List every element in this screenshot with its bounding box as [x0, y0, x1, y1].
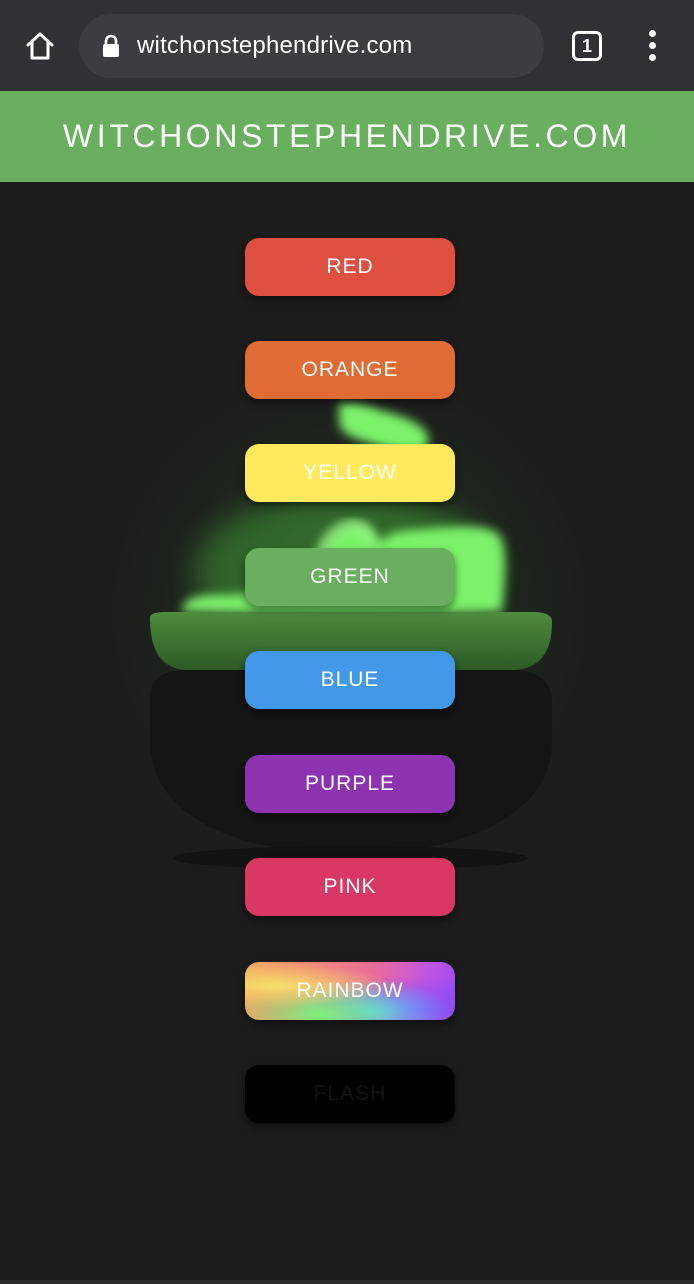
lock-icon	[103, 34, 119, 57]
tab-switcher-icon[interactable]: 1	[572, 31, 602, 61]
blue-button[interactable]: BLUE	[245, 651, 455, 709]
home-icon[interactable]	[20, 28, 60, 64]
green-button[interactable]: GREEN	[245, 548, 455, 606]
more-vert-icon[interactable]	[641, 30, 665, 64]
site-header: WITCHONSTEPHENDRIVE.COM	[0, 91, 694, 182]
browser-toolbar: witchonstephendrive.com 1	[0, 0, 694, 91]
address-bar[interactable]: witchonstephendrive.com	[79, 14, 544, 78]
rainbow-button[interactable]: RAINBOW	[245, 962, 455, 1020]
red-button[interactable]: RED	[245, 238, 455, 296]
flash-button[interactable]: FLASH	[245, 1065, 455, 1123]
site-title: WITCHONSTEPHENDRIVE.COM	[62, 118, 632, 154]
pink-button[interactable]: PINK	[245, 858, 455, 916]
purple-button[interactable]: PURPLE	[245, 755, 455, 813]
main-content: RED ORANGE YELLOW GREEN BLUE PURPLE PINK…	[0, 182, 694, 1284]
url-text[interactable]: witchonstephendrive.com	[137, 31, 412, 61]
bottom-divider	[0, 1280, 694, 1284]
yellow-button[interactable]: YELLOW	[245, 444, 455, 502]
orange-button[interactable]: ORANGE	[245, 341, 455, 399]
